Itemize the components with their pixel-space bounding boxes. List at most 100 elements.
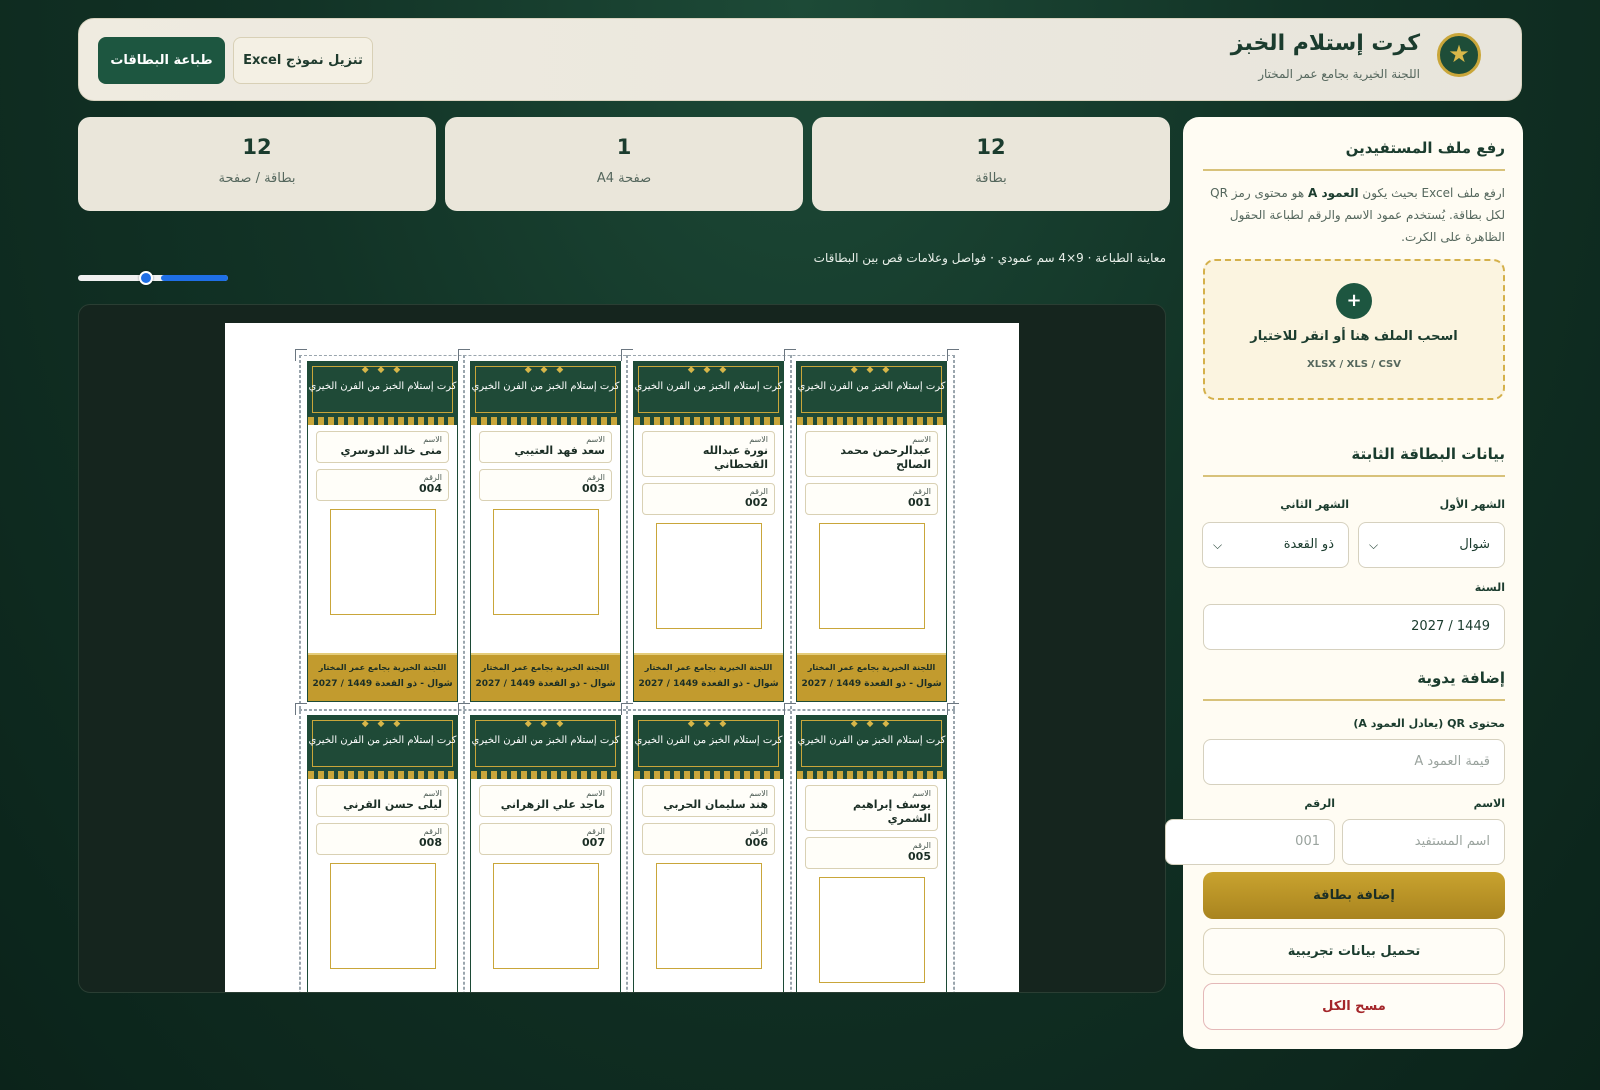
crop-mark [784, 703, 796, 715]
desc-bold: العمود A [1307, 186, 1359, 200]
stat-value: 12 [242, 135, 272, 159]
card-name-label: الاسم [912, 789, 931, 798]
card-body: الاسم منى خالد الدوسري الرقم 004 [308, 425, 457, 615]
crop-mark [621, 703, 633, 715]
file-drop-zone[interactable]: + اسحب الملف هنا أو انقر للاختيار XLSX /… [1203, 259, 1505, 400]
card-name-label: الاسم [586, 789, 605, 798]
card-name-box: الاسم عبدالرحمن محمد الصالح [805, 431, 938, 477]
drop-formats: XLSX / XLS / CSV [1307, 359, 1401, 370]
card-body: الاسم نورة عبدالله القحطاني الرقم 002 [634, 425, 783, 629]
card-title: كرت إستلام الخبز من الفرن الخيري [797, 381, 946, 392]
fixed-data-section-title: بيانات البطاقة الثابتة [1351, 445, 1505, 463]
card-name-label: الاسم [749, 789, 768, 798]
year-label: السنة [1474, 581, 1505, 594]
beneficiary-card: ◆ ◆ ◆ كرت إستلام الخبز من الفرن الخيري الا… [307, 361, 458, 702]
card-name-value: نورة عبدالله القحطاني [702, 444, 768, 471]
card-ornament: ◆ ◆ ◆ [687, 719, 730, 729]
card-number-label: الرقم [423, 827, 442, 836]
year-input[interactable]: 1449 / 2027 [1203, 604, 1505, 650]
crop-mark [458, 703, 470, 715]
crop-mark [621, 349, 633, 361]
qr-code-placeholder [329, 863, 436, 969]
name-input[interactable]: اسم المستفيد [1342, 819, 1505, 865]
card-footer: اللجنة الخيرية بجامع عمر المختار شوال - ذ… [797, 653, 946, 701]
card-number-label: الرقم [912, 487, 931, 496]
card-number-box: الرقم 007 [479, 823, 612, 855]
upload-description: ارفع ملف Excel بحيث يكون العمود A هو محت… [1205, 182, 1505, 248]
card-number-label: الرقم [586, 827, 605, 836]
card-number-value: 008 [419, 836, 442, 849]
card-name-value: ماجد علي الزهراني [500, 798, 605, 811]
card-header: ◆ ◆ ◆ كرت إستلام الخبز من الفرن الخيري [634, 716, 783, 771]
stat-label: بطاقة [975, 171, 1007, 186]
slider-fill [161, 275, 228, 281]
card-number-label: الرقم [749, 487, 768, 496]
card-footer-org: اللجنة الخيرية بجامع عمر المختار [644, 663, 773, 672]
chevron-down-icon: ⌵ [1213, 538, 1223, 552]
cut-line [462, 355, 465, 992]
qr-content-input[interactable]: قيمة العمود A [1203, 739, 1505, 785]
card-footer-date: شوال - ذو القعدة 1449 / 2027 [801, 679, 942, 689]
card-footer: اللجنة الخيرية بجامع عمر المختار شوال - ذ… [634, 653, 783, 701]
card-strip [471, 771, 620, 779]
settings-panel: رفع ملف المستفيدين ارفع ملف Excel بحيث ي… [1165, 117, 1523, 1049]
card-footer: اللجنة الخيرية بجامع عمر المختار شوال - ذ… [308, 653, 457, 701]
card-footer: اللجنة الخيرية بجامع عمر المختار شوال - ذ… [471, 653, 620, 701]
card-title: كرت إستلام الخبز من الفرن الخيري [634, 735, 783, 746]
card-footer-org: اللجنة الخيرية بجامع عمر المختار [807, 663, 936, 672]
load-demo-data-button[interactable]: تحميل بيانات تجريبية [1203, 928, 1505, 975]
card-ornament: ◆ ◆ ◆ [850, 365, 893, 375]
card-body: الاسم سعد فهد العتيبي الرقم 003 [471, 425, 620, 615]
month1-select[interactable]: شوال ⌵ [1358, 522, 1505, 568]
card-header: ◆ ◆ ◆ كرت إستلام الخبز من الفرن الخيري [308, 716, 457, 771]
crop-mark [947, 349, 959, 361]
slider-thumb[interactable] [139, 271, 153, 285]
a4-page: ◆ ◆ ◆ كرت إستلام الخبز من الفرن الخيري الا… [225, 323, 1019, 992]
card-header: ◆ ◆ ◆ كرت إستلام الخبز من الفرن الخيري [797, 716, 946, 771]
card-strip [308, 771, 457, 779]
card-number-value: 006 [745, 836, 768, 849]
placeholder: 001 [1295, 834, 1320, 849]
card-number-value: 004 [419, 482, 442, 495]
download-excel-template-button[interactable]: تنزيل نموذج Excel [233, 37, 373, 84]
month2-select[interactable]: ذو القعدة ⌵ [1202, 522, 1349, 568]
preview-label: معاينة الطباعة · 9×4 سم عمودي · فواصل وع… [813, 251, 1166, 265]
card-name-label: الاسم [749, 435, 768, 444]
month2-label: الشهر الثاني [1280, 498, 1349, 511]
card-title: كرت إستلام الخبز من الفرن الخيري [471, 381, 620, 392]
stat-pages: 1 صفحة A4 [445, 117, 803, 211]
card-strip [797, 771, 946, 779]
placeholder: اسم المستفيد [1414, 834, 1490, 849]
card-header: ◆ ◆ ◆ كرت إستلام الخبز من الفرن الخيري [471, 716, 620, 771]
card-footer-org: اللجنة الخيرية بجامع عمر المختار [318, 663, 447, 672]
cut-line [953, 355, 955, 992]
beneficiary-card: ◆ ◆ ◆ كرت إستلام الخبز من الفرن الخيري الا… [796, 715, 947, 992]
app-header: ★ كرت إستلام الخبز اللجنة الخيرية بجامع … [78, 18, 1522, 101]
qr-content-label: محتوى QR (يعادل العمود A) [1353, 717, 1505, 730]
card-name-value: منى خالد الدوسري [340, 444, 442, 457]
number-input[interactable]: 001 [1165, 819, 1335, 865]
card-name-box: الاسم هند سليمان الحربي [642, 785, 775, 817]
card-number-box: الرقم 002 [642, 483, 775, 515]
month1-label: الشهر الأول [1439, 498, 1505, 511]
card-name-box: الاسم منى خالد الدوسري [316, 431, 449, 463]
card-ornament: ◆ ◆ ◆ [687, 365, 730, 375]
zoom-slider[interactable] [78, 271, 228, 285]
card-strip [797, 417, 946, 425]
card-body: الاسم يوسف إبراهيم الشمري الرقم 005 [797, 779, 946, 983]
print-cards-button[interactable]: طباعة البطاقات [98, 37, 225, 84]
add-card-button[interactable]: إضافة بطاقة [1203, 872, 1505, 919]
stat-label: بطاقة / صفحة [218, 171, 296, 186]
clear-all-button[interactable]: مسح الكل [1203, 983, 1505, 1030]
card-name-value: يوسف إبراهيم الشمري [852, 798, 931, 825]
card-title: كرت إستلام الخبز من الفرن الخيري [308, 381, 457, 392]
qr-code-placeholder [655, 863, 762, 969]
card-name-box: الاسم ليلى حسن القرني [316, 785, 449, 817]
card-name-label: الاسم [423, 435, 442, 444]
card-number-label: الرقم [586, 473, 605, 482]
card-header: ◆ ◆ ◆ كرت إستلام الخبز من الفرن الخيري [471, 362, 620, 417]
card-number-label: الرقم [912, 841, 931, 850]
cut-line [299, 355, 301, 992]
app-title: كرت إستلام الخبز [1230, 31, 1420, 56]
beneficiary-card: ◆ ◆ ◆ كرت إستلام الخبز من الفرن الخيري الا… [470, 361, 621, 702]
